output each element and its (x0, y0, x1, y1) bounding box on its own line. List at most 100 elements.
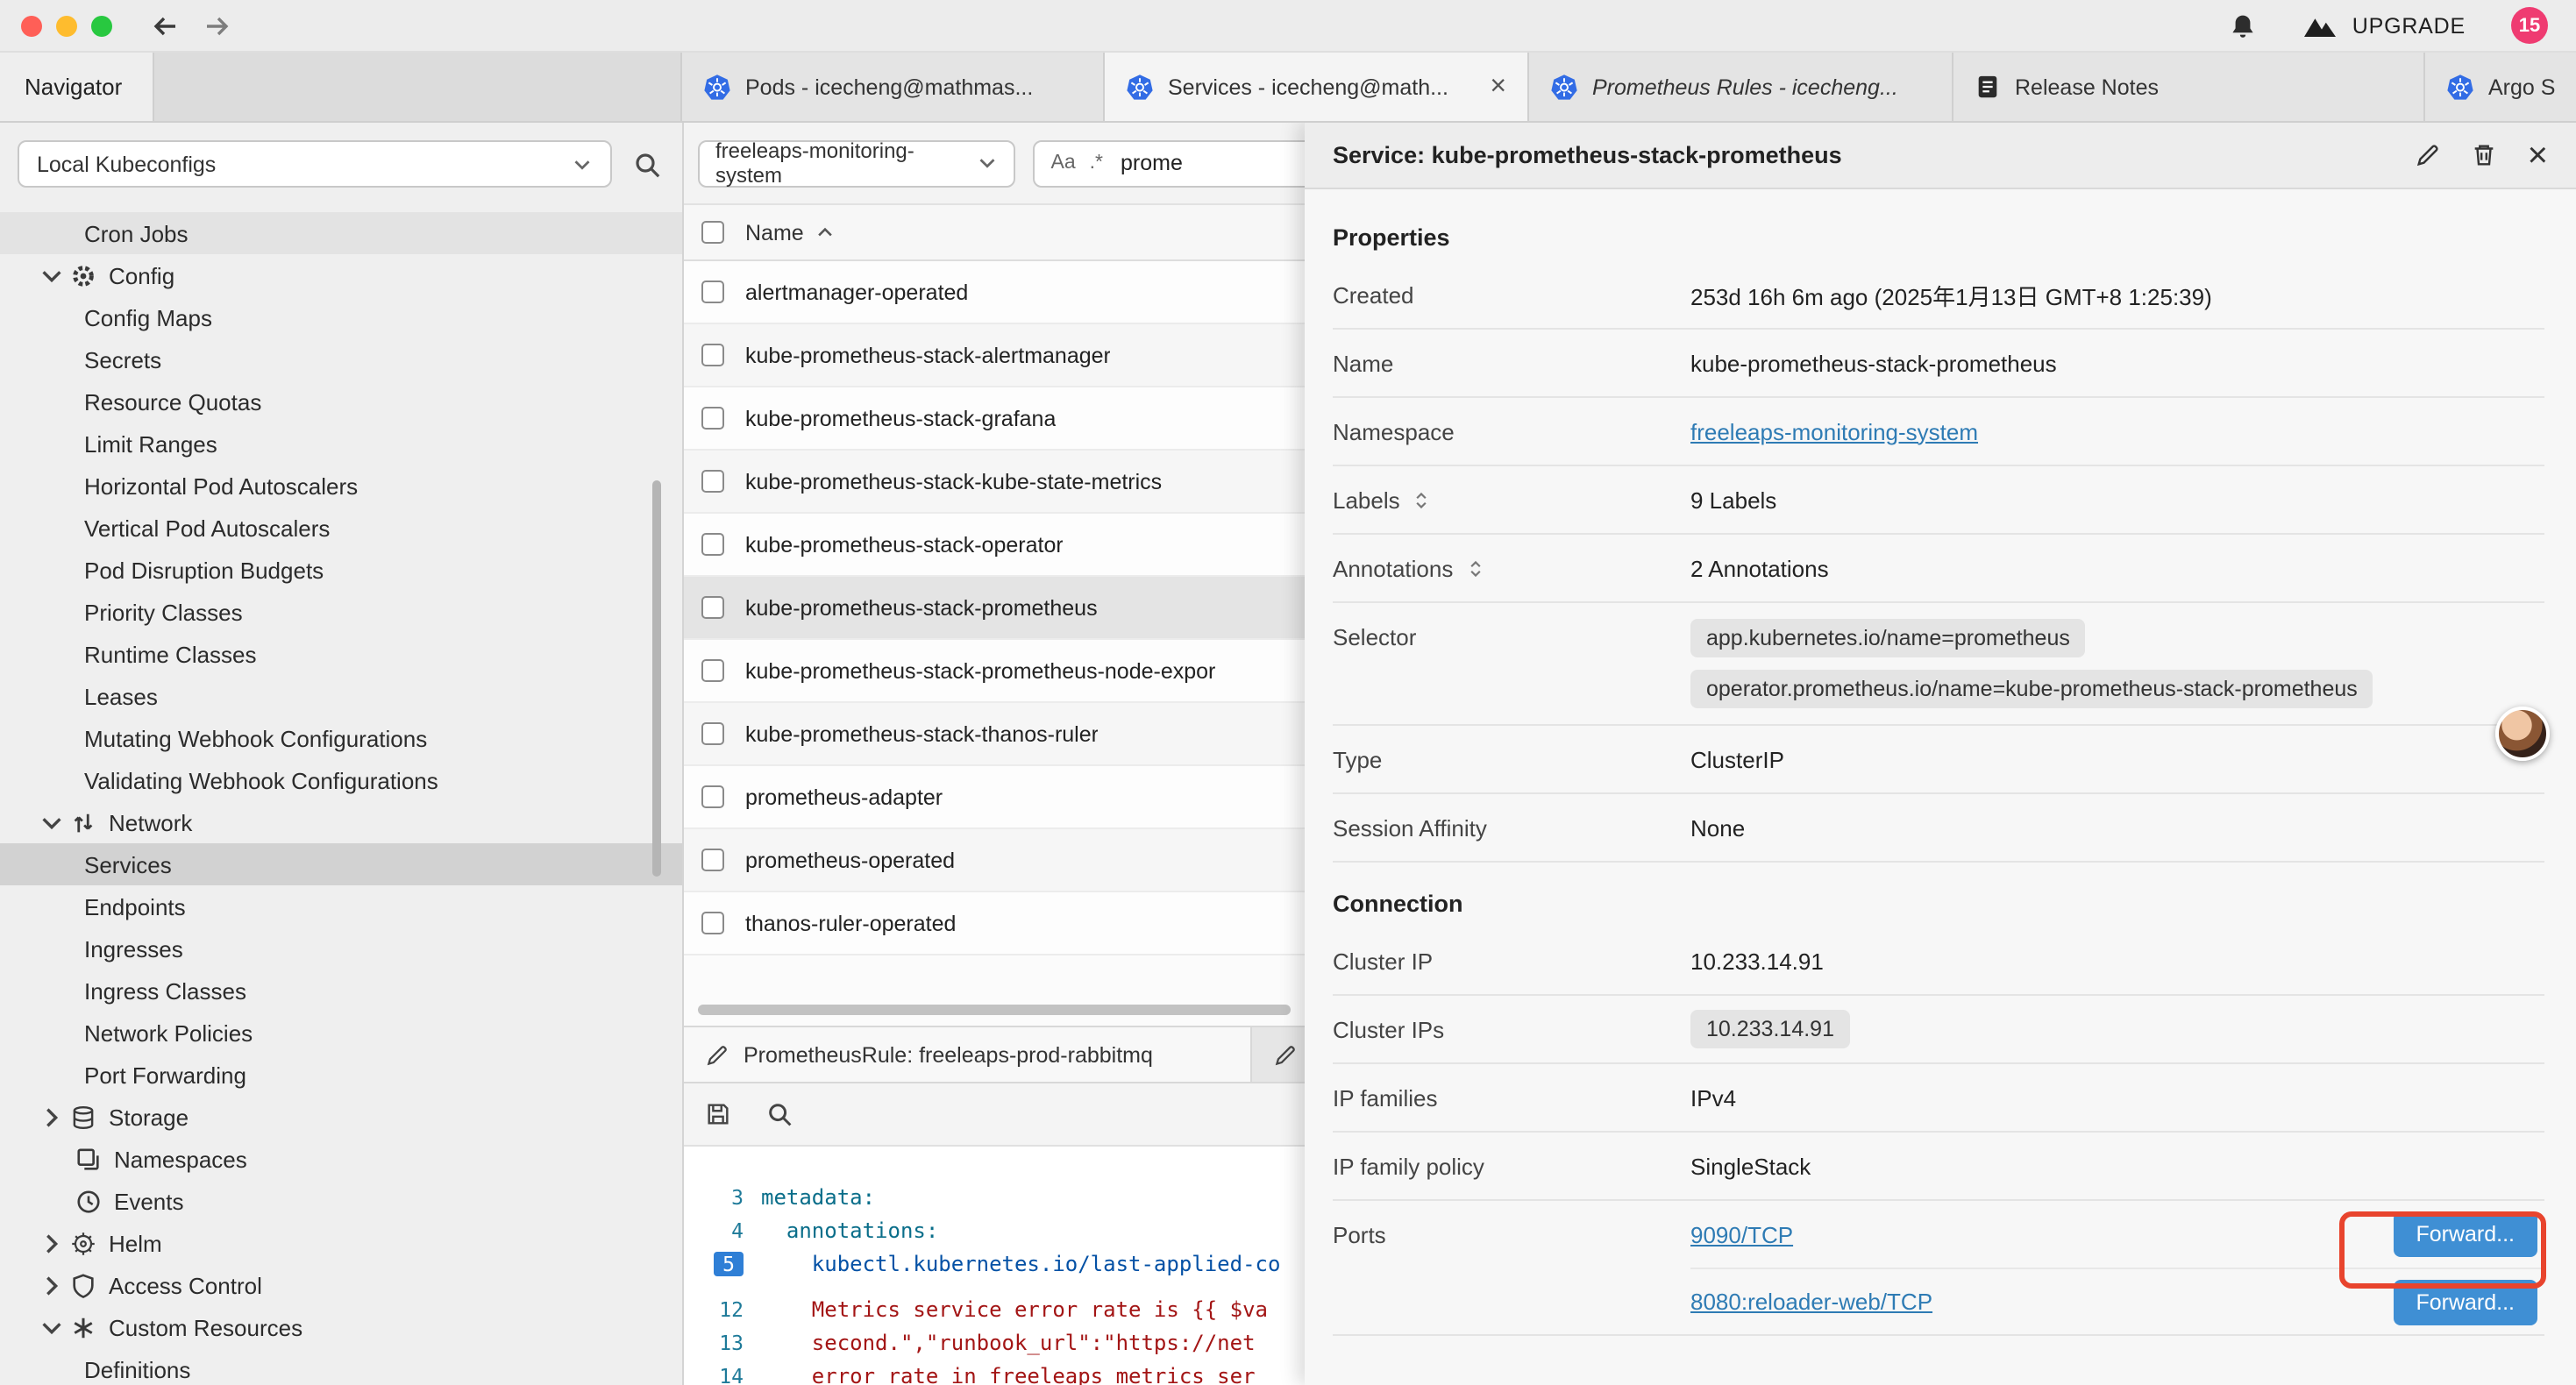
sidebar-search-icon[interactable] (633, 150, 661, 178)
name-column-header[interactable]: Name (745, 220, 804, 245)
row-checkbox[interactable] (701, 722, 724, 745)
chevron-down-icon[interactable] (39, 1314, 65, 1340)
chevron-down-icon[interactable] (39, 262, 65, 288)
sidebar-item-config[interactable]: Config (0, 254, 682, 296)
sidebar-item-network-policies[interactable]: Network Policies (0, 1012, 682, 1054)
property-row-selector: Selector app.kubernetes.io/name=promethe… (1333, 603, 2544, 726)
sidebar-item-network[interactable]: Network (0, 801, 682, 843)
upgrade-button[interactable]: UPGRADE (2303, 8, 2466, 43)
table-horizontal-scrollbar[interactable] (698, 1005, 1291, 1015)
maximize-window-button[interactable] (91, 15, 112, 36)
navigator-panel-tab[interactable]: Navigator (0, 53, 154, 121)
tab-argo[interactable]: Argo Se (2425, 53, 2576, 121)
tab-strip: Navigator Pods - icecheng@mathmas... Ser… (0, 53, 2576, 123)
sidebar-item-resource-quotas[interactable]: Resource Quotas (0, 380, 682, 423)
sidebar-item-storage[interactable]: Storage (0, 1096, 682, 1138)
trash-icon[interactable] (2472, 142, 2498, 168)
connection-heading: Connection (1333, 891, 2544, 917)
save-icon[interactable] (705, 1101, 731, 1127)
sidebar-item-vertical-pod-autoscalers[interactable]: Vertical Pod Autoscalers (0, 507, 682, 549)
user-avatar[interactable] (2495, 707, 2550, 761)
sidebar-item-ingress-classes[interactable]: Ingress Classes (0, 970, 682, 1012)
sidebar-item-label: Definitions (84, 1356, 190, 1382)
close-tab-icon[interactable]: × (1490, 73, 1506, 101)
close-drawer-icon[interactable]: × (2528, 138, 2548, 173)
code-text: Metrics service error rate is {{ $va (761, 1296, 1268, 1321)
back-icon[interactable] (151, 11, 179, 39)
clock-icon (75, 1188, 102, 1214)
sidebar-item-custom-resources[interactable]: Custom Resources (0, 1306, 682, 1348)
chevron-right-icon[interactable] (39, 1272, 65, 1298)
edit-pencil-icon[interactable] (2416, 142, 2442, 168)
chevron-right-icon[interactable] (39, 1104, 65, 1130)
row-checkbox[interactable] (701, 849, 724, 871)
tab-services[interactable]: Services - icecheng@math... × (1105, 53, 1529, 121)
select-all-checkbox[interactable] (701, 221, 724, 244)
sidebar-item-validating-webhook-configurations[interactable]: Validating Webhook Configurations (0, 759, 682, 801)
row-checkbox[interactable] (701, 785, 724, 808)
notification-count-badge[interactable]: 15 (2511, 7, 2548, 44)
expand-collapse-icon[interactable] (1465, 558, 1484, 578)
sidebar-item-horizontal-pod-autoscalers[interactable]: Horizontal Pod Autoscalers (0, 465, 682, 507)
row-checkbox[interactable] (701, 407, 724, 430)
sidebar-item-runtime-classes[interactable]: Runtime Classes (0, 633, 682, 675)
namespace-selector[interactable]: freeleaps-monitoring-system (698, 139, 1016, 187)
property-row-ip-family-policy: IP family policy SingleStack (1333, 1133, 2544, 1201)
sidebar-item-priority-classes[interactable]: Priority Classes (0, 591, 682, 633)
notifications-bell-icon[interactable] (2230, 11, 2258, 39)
tab-pods[interactable]: Pods - icecheng@mathmas... (682, 53, 1105, 121)
sidebar-item-ingresses[interactable]: Ingresses (0, 927, 682, 970)
namespace-link[interactable]: freeleaps-monitoring-system (1690, 418, 1978, 444)
sidebar-item-leases[interactable]: Leases (0, 675, 682, 717)
sidebar-item-label: Cron Jobs (84, 220, 189, 246)
sidebar-item-access-control[interactable]: Access Control (0, 1264, 682, 1306)
sidebar-item-port-forwarding[interactable]: Port Forwarding (0, 1054, 682, 1096)
sidebar-item-services[interactable]: Services (0, 843, 682, 885)
chevron-down-icon[interactable] (39, 809, 65, 835)
editor-tab-prometheusrule[interactable]: PrometheusRule: freeleaps-prod-rabbitmq (684, 1027, 1252, 1082)
kubeconfig-row: Local Kubeconfigs (0, 123, 682, 202)
sidebar-item-endpoints[interactable]: Endpoints (0, 885, 682, 927)
sidebar-item-label: Priority Classes (84, 599, 243, 625)
kubernetes-icon (1126, 73, 1154, 101)
sidebar-item-namespaces[interactable]: Namespaces (0, 1138, 682, 1180)
minimize-window-button[interactable] (56, 15, 77, 36)
sidebar-item-secrets[interactable]: Secrets (0, 338, 682, 380)
port-link[interactable]: 9090/TCP (1690, 1221, 1793, 1247)
sidebar-item-mutating-webhook-configurations[interactable]: Mutating Webhook Configurations (0, 717, 682, 759)
port-link[interactable]: 8080:reloader-web/TCP (1690, 1289, 1932, 1315)
close-window-button[interactable] (21, 15, 42, 36)
sort-ascending-icon[interactable] (816, 223, 836, 242)
match-case-toggle[interactable]: Aa (1051, 153, 1076, 174)
sidebar-item-label: Limit Ranges (84, 430, 217, 457)
expand-collapse-icon[interactable] (1413, 490, 1432, 509)
sidebar-item-cron-jobs[interactable]: Cron Jobs (0, 212, 682, 254)
forward-icon[interactable] (203, 11, 231, 39)
row-checkbox[interactable] (701, 596, 724, 619)
forward-button[interactable]: Forward... (2393, 1211, 2537, 1257)
regex-toggle[interactable]: .* (1090, 153, 1103, 174)
sidebar-item-limit-ranges[interactable]: Limit Ranges (0, 423, 682, 465)
row-checkbox[interactable] (701, 533, 724, 556)
sidebar-item-events[interactable]: Events (0, 1180, 682, 1222)
row-checkbox[interactable] (701, 659, 724, 682)
forward-button[interactable]: Forward... (2393, 1279, 2537, 1325)
sidebar-item-definitions[interactable]: Definitions (0, 1348, 682, 1385)
sidebar-item-helm[interactable]: Helm (0, 1222, 682, 1264)
editor-search-icon[interactable] (766, 1101, 793, 1127)
sidebar-item-config-maps[interactable]: Config Maps (0, 296, 682, 338)
row-checkbox[interactable] (701, 470, 724, 493)
row-checkbox[interactable] (701, 912, 724, 934)
navigator-label: Navigator (25, 74, 122, 100)
kubeconfig-selector[interactable]: Local Kubeconfigs (18, 140, 612, 188)
property-row-labels: Labels 9 Labels (1333, 466, 2544, 535)
tab-prometheus-rules[interactable]: Prometheus Rules - icecheng... (1529, 53, 1953, 121)
chevron-right-icon[interactable] (39, 1230, 65, 1256)
row-checkbox[interactable] (701, 344, 724, 366)
row-checkbox[interactable] (701, 281, 724, 303)
sidebar-item-pod-disruption-budgets[interactable]: Pod Disruption Budgets (0, 549, 682, 591)
sidebar-scrollbar[interactable] (652, 480, 661, 877)
tab-release-notes[interactable]: Release Notes (1953, 53, 2425, 121)
service-name: prometheus-adapter (745, 785, 943, 809)
chevron-down-icon (978, 153, 999, 174)
